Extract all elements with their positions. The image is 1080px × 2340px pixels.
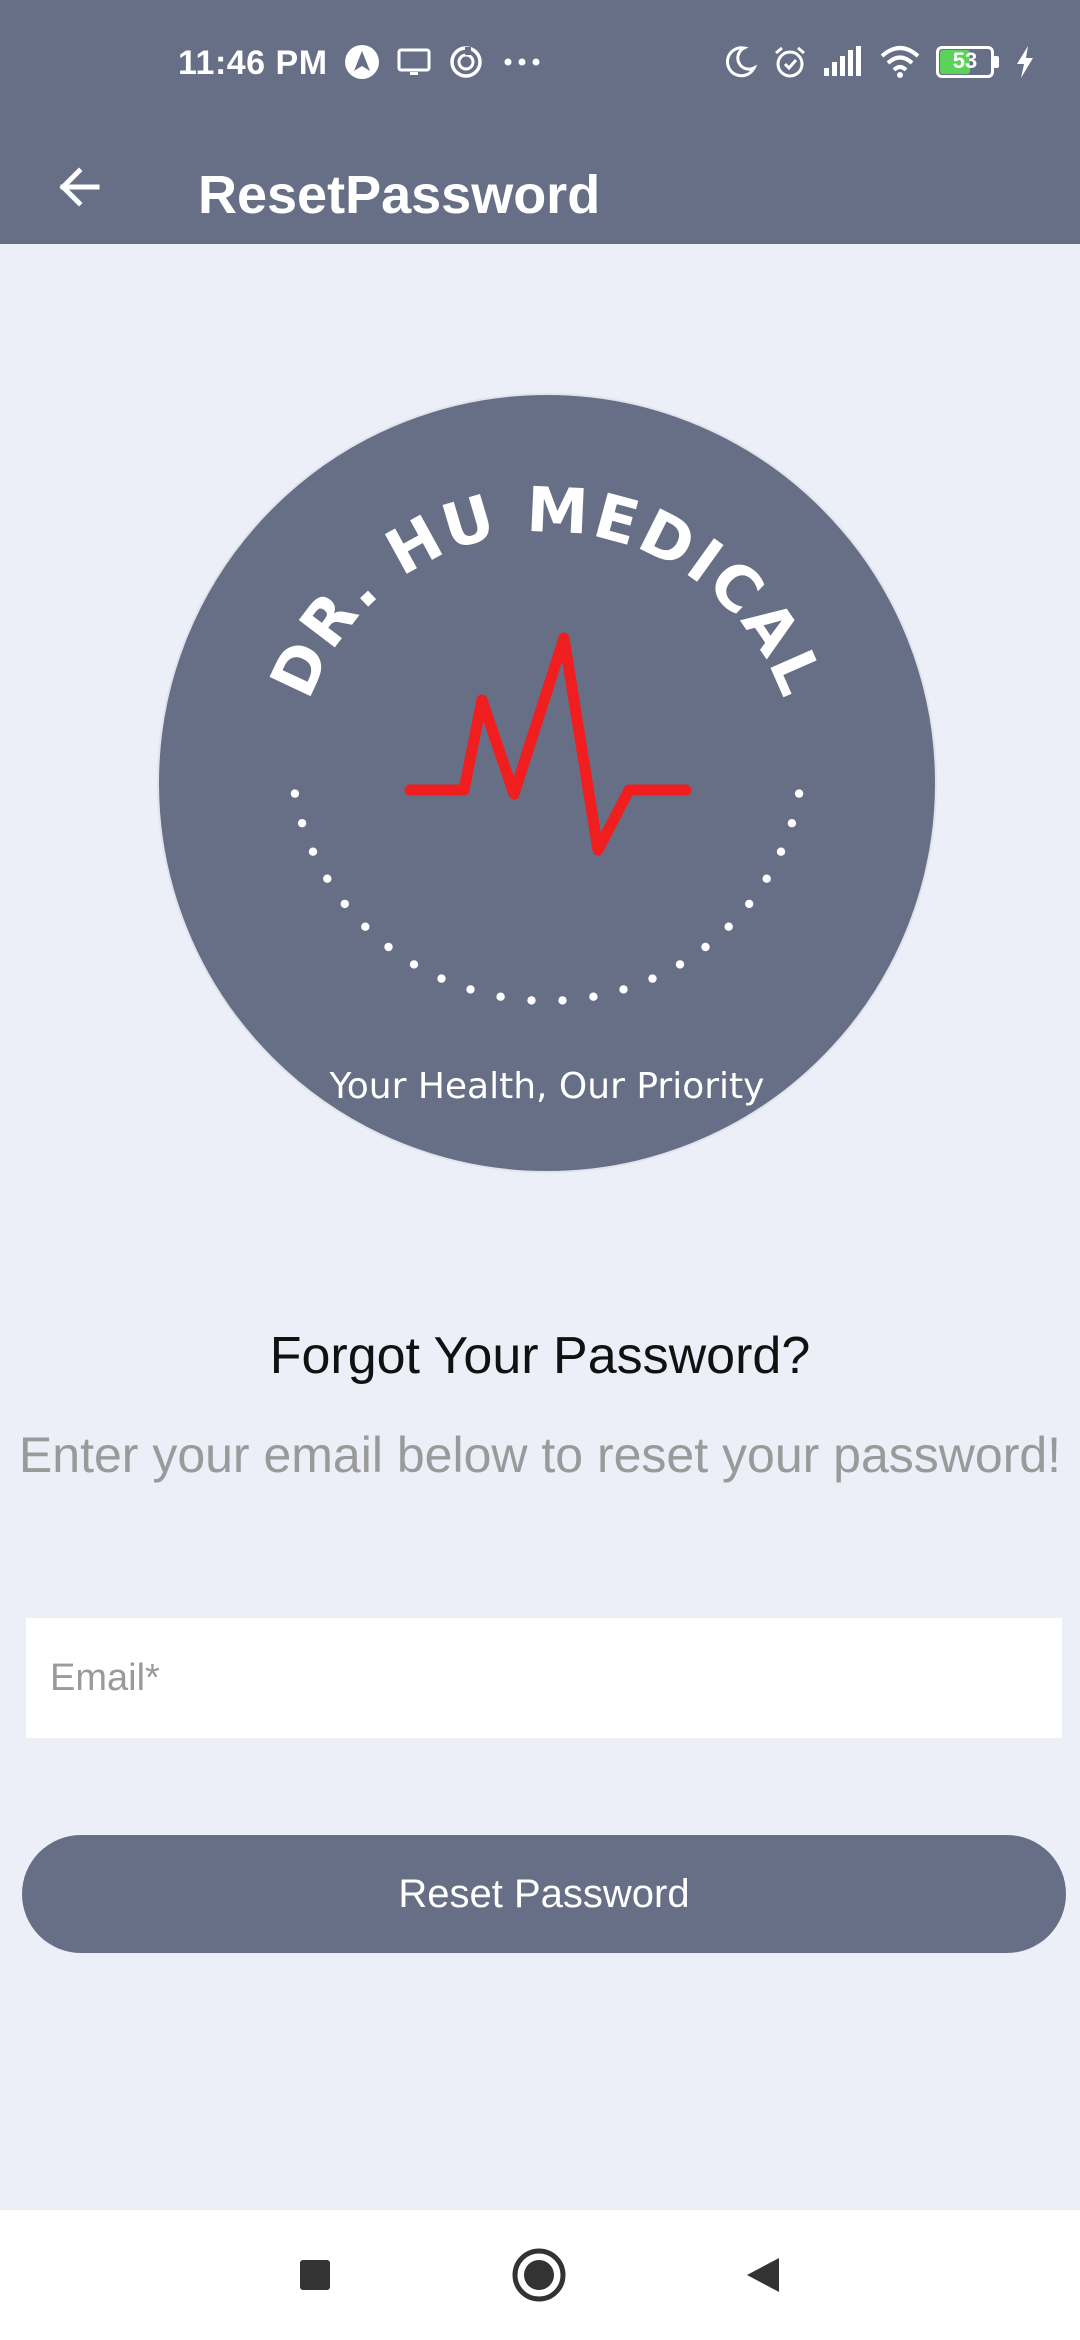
arc-dot [558, 996, 567, 1005]
logo-tagline: Your Health, Our Priority [329, 1066, 765, 1107]
arc-dot [589, 992, 598, 1001]
navigation-arrow-icon [345, 45, 379, 79]
arc-dot [701, 942, 710, 952]
arc-dot [776, 847, 786, 856]
arc-dot [496, 992, 505, 1001]
arc-dot [384, 942, 393, 952]
sync-icon [450, 46, 482, 78]
reset-password-button[interactable]: Reset Password [22, 1835, 1066, 1953]
arc-dot [675, 960, 685, 969]
page-title: ResetPassword [198, 165, 601, 225]
heading: Forgot Your Password? [269, 1327, 811, 1385]
arc-dot [724, 922, 733, 931]
app-bar: ResetPassword [0, 130, 1080, 244]
signal-icon [824, 46, 861, 76]
arc-dot [437, 974, 446, 983]
logo: DR. HU MEDICAL Your Health, Our Priority [156, 392, 938, 1174]
arrow-left-icon [59, 167, 100, 207]
logo-graphic: DR. HU MEDICAL Your Health, Our Priority [157, 393, 937, 1173]
recent-apps-icon [300, 2260, 330, 2290]
arc-dot [527, 996, 536, 1005]
arc-dot [409, 960, 419, 969]
battery-icon: 53 [936, 46, 1000, 78]
arc-dot [466, 985, 475, 994]
moon-icon [725, 46, 758, 78]
arc-dot [762, 874, 771, 883]
arc-dot [308, 847, 318, 856]
status-left-icons [344, 44, 544, 80]
arc-dot [290, 789, 300, 798]
arc-dot [361, 922, 370, 931]
more-dots-icon [504, 58, 540, 66]
home-icon [512, 2248, 566, 2302]
charging-bolt-icon [1017, 46, 1033, 78]
back-button[interactable] [40, 148, 118, 226]
arc-dot [745, 899, 754, 909]
arc-dot [794, 789, 804, 798]
arc-dot [297, 819, 307, 828]
status-time: 11:46 PM [178, 44, 328, 82]
arc-dot [323, 874, 332, 883]
home-button[interactable] [502, 2238, 576, 2312]
arc-dot [648, 974, 657, 983]
nav-bar [0, 2210, 1080, 2340]
system-back-button[interactable] [726, 2238, 800, 2312]
recent-apps-button[interactable] [278, 2238, 352, 2312]
subheading: Enter your email below to reset your pas… [18, 1427, 1062, 1483]
arc-dot [619, 985, 628, 994]
alarm-icon [775, 46, 805, 78]
status-bar: 11:46 PM 53 [0, 0, 1080, 130]
email-field[interactable] [26, 1618, 1062, 1738]
back-icon [747, 2258, 779, 2292]
arc-dot [787, 819, 797, 828]
arc-dot [340, 899, 349, 909]
battery-level: 53 [952, 48, 978, 73]
wifi-icon [880, 46, 920, 78]
status-right-icons: 53 [722, 44, 1036, 80]
screen-cast-icon [397, 48, 431, 75]
